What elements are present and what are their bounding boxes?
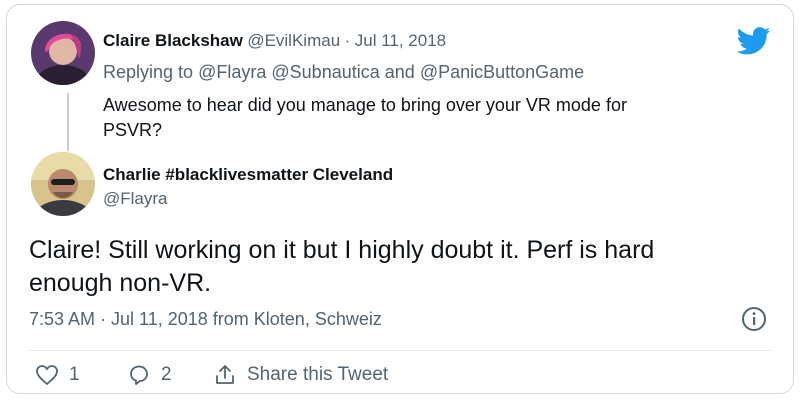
share-label: Share this Tweet bbox=[247, 364, 389, 385]
parent-header: Claire Blackshaw @EvilKimau · Jul 11, 20… bbox=[103, 31, 446, 51]
reply-icon bbox=[130, 365, 148, 385]
avatar-image bbox=[31, 21, 95, 85]
author-name[interactable]: Charlie #blacklivesmatter Cleveland bbox=[103, 165, 393, 184]
tweet-timestamp[interactable]: 7:53 AM · Jul 11, 2018 from Kloten, Schw… bbox=[29, 309, 382, 330]
parent-body-line: PSVR? bbox=[103, 120, 163, 140]
twitter-logo-icon[interactable] bbox=[737, 27, 771, 55]
mention-link[interactable]: @PanicButtonGame bbox=[420, 62, 584, 82]
parent-body-line: Awesome to hear did you manage to bring … bbox=[103, 95, 627, 115]
heart-icon bbox=[36, 365, 58, 386]
tweet-card: Claire Blackshaw @EvilKimau · Jul 11, 20… bbox=[6, 4, 794, 394]
author-handle[interactable]: @Flayra bbox=[103, 189, 168, 208]
main-author-name: Charlie #blacklivesmatter Cleveland bbox=[103, 165, 393, 185]
main-author-handle-row: @Flayra bbox=[103, 189, 168, 209]
avatar[interactable] bbox=[31, 152, 95, 216]
thread-connector bbox=[67, 93, 69, 151]
mention-link[interactable]: @Subnautica bbox=[271, 62, 379, 82]
avatar[interactable] bbox=[31, 21, 95, 85]
separator: · bbox=[344, 31, 351, 50]
share-button[interactable]: Share this Tweet bbox=[213, 363, 388, 387]
tweet-text-line: enough non-VR. bbox=[29, 269, 212, 297]
replying-label: Replying to bbox=[103, 62, 194, 82]
info-icon[interactable] bbox=[740, 305, 768, 333]
author-name[interactable]: Claire Blackshaw bbox=[103, 31, 243, 50]
replying-to: Replying to @Flayra @Subnautica and @Pan… bbox=[103, 62, 584, 83]
reply-count: 2 bbox=[161, 364, 172, 385]
mention-conjunction: and bbox=[384, 62, 415, 82]
like-count: 1 bbox=[69, 364, 80, 385]
like-button[interactable]: 1 bbox=[35, 363, 80, 387]
avatar-image bbox=[31, 152, 95, 216]
reply-button[interactable]: 2 bbox=[127, 363, 172, 387]
divider bbox=[29, 350, 771, 351]
mention-link[interactable]: @Flayra bbox=[198, 62, 266, 82]
author-handle[interactable]: @EvilKimau bbox=[247, 31, 340, 50]
tweet-text-line: Claire! Still working on it but I highly… bbox=[29, 236, 655, 264]
share-icon bbox=[216, 365, 234, 384]
tweet-date[interactable]: Jul 11, 2018 bbox=[355, 31, 446, 50]
